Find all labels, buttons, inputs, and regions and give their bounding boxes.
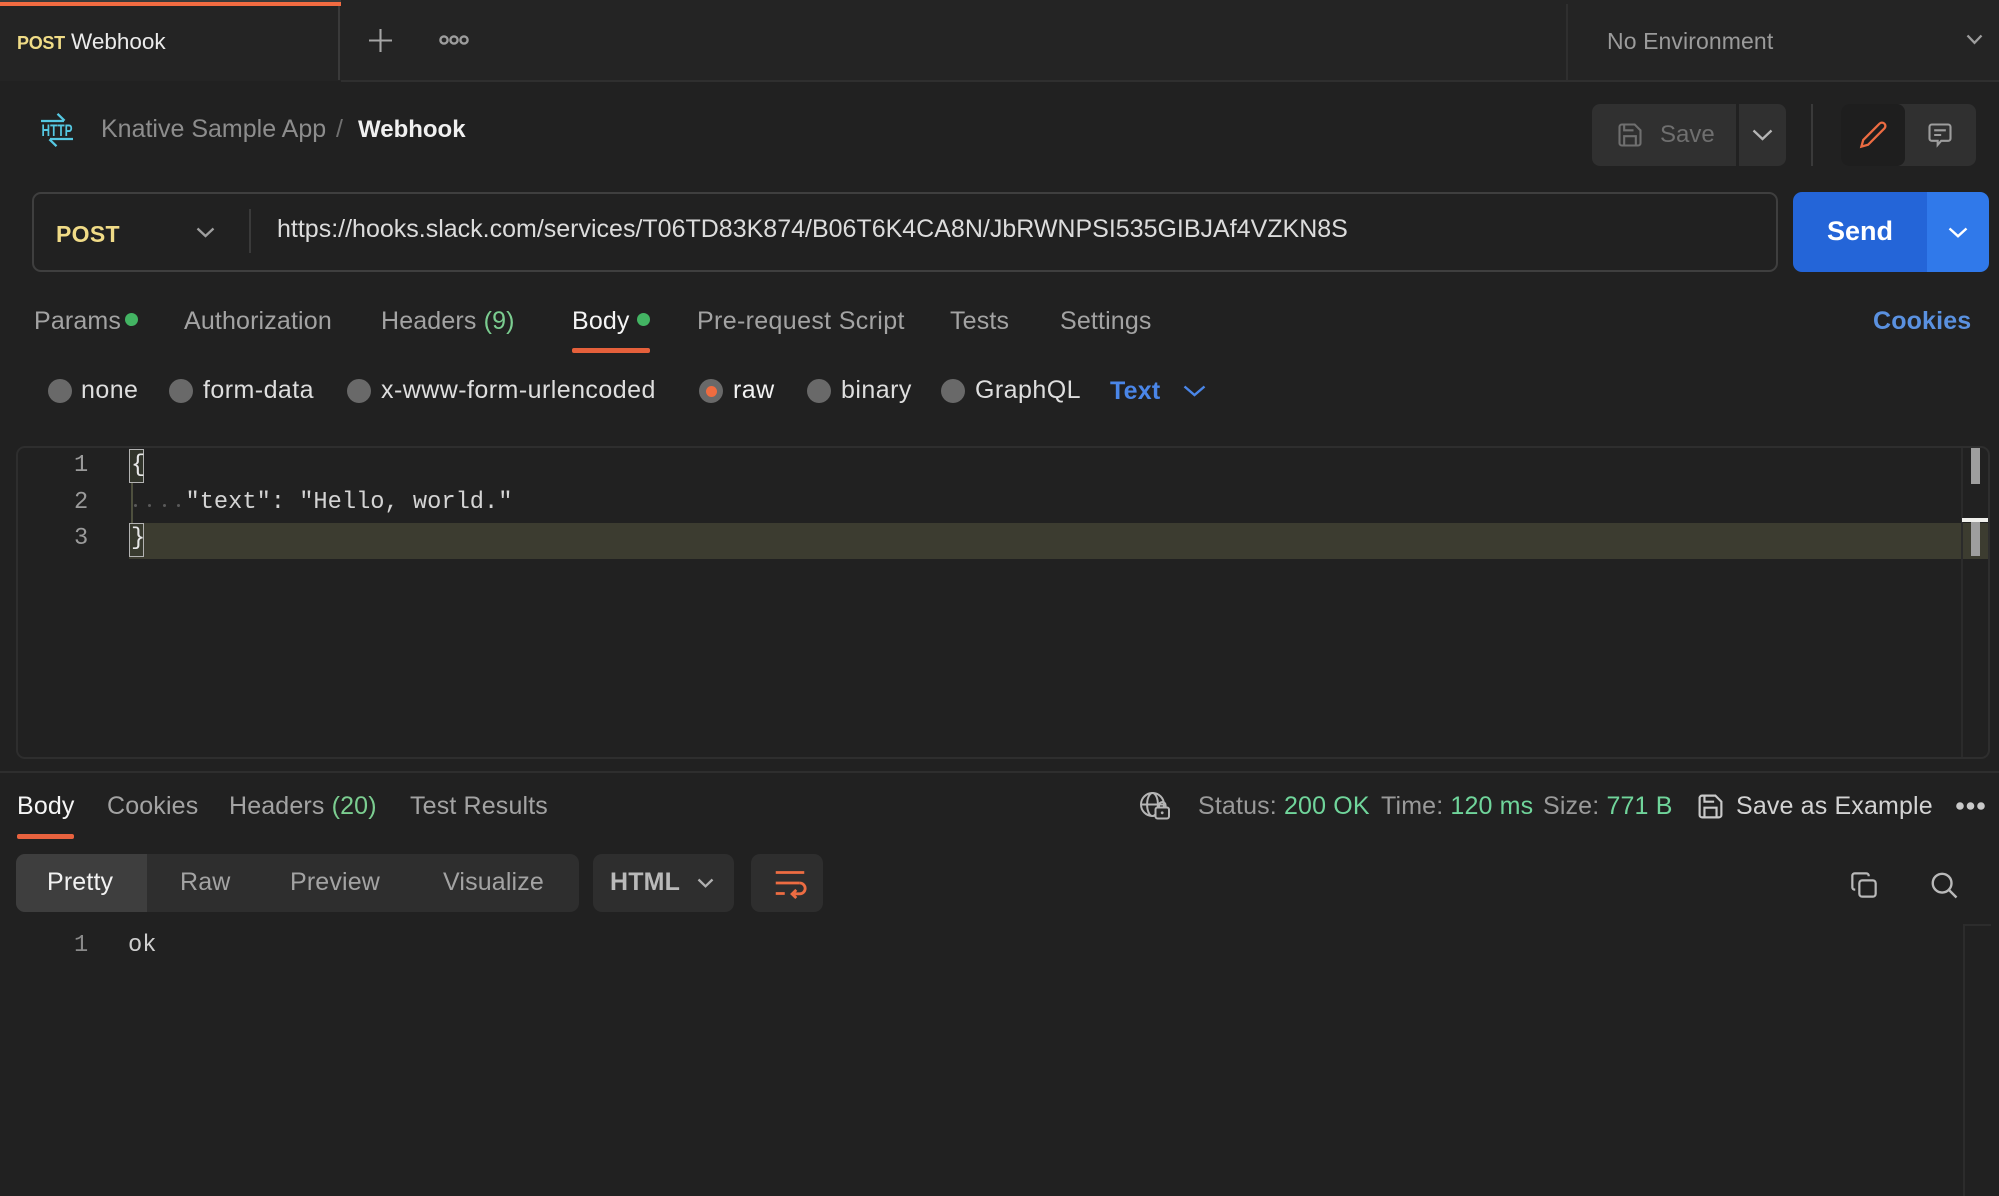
svg-text:HTTP: HTTP [42, 122, 73, 140]
